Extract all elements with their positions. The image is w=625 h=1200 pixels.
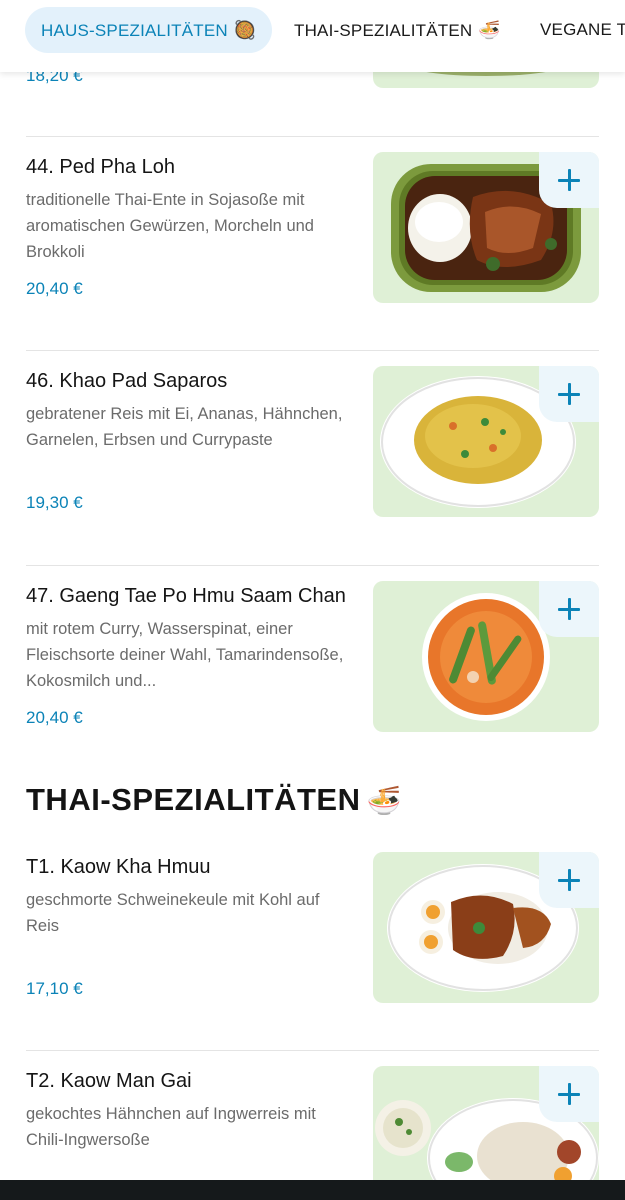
section-heading-thai: THAI-SPEZIALITÄTEN 🍜 xyxy=(26,782,402,818)
plus-icon xyxy=(558,1083,580,1105)
menu-item[interactable]: T2. Kaow Man Gai gekochtes Hähnchen auf … xyxy=(0,1050,625,1196)
plus-icon xyxy=(558,169,580,191)
dish-image xyxy=(373,1066,599,1196)
add-to-cart-button[interactable] xyxy=(539,152,599,208)
tab-haus-spezialitaeten[interactable]: HAUS-SPEZIALITÄTEN 🥘 xyxy=(25,7,273,53)
item-description: traditionelle Thai-Ente in Sojasoße mit … xyxy=(26,191,314,261)
add-to-cart-button[interactable] xyxy=(539,852,599,908)
category-tab-bar: HAUS-SPEZIALITÄTEN 🥘 THAI-SPEZIALITÄTEN 🍜 … xyxy=(0,0,625,72)
item-price: 20,40 € xyxy=(26,708,83,727)
dish-image xyxy=(373,852,599,1003)
divider xyxy=(26,350,599,351)
item-name: T1. Kaow Kha Hmuu xyxy=(26,856,211,878)
dish-image xyxy=(373,581,599,732)
plus-icon xyxy=(558,383,580,405)
menu-item[interactable]: T1. Kaow Kha Hmuu geschmorte Schweinekeu… xyxy=(0,836,625,1051)
item-description: gekochtes Hähnchen auf Ingwerreis mit Ch… xyxy=(26,1105,316,1149)
tab-vegane[interactable]: VEGANE T xyxy=(524,7,625,53)
item-description: mit rotem Curry, Wasserspinat, einer Fle… xyxy=(26,620,344,690)
item-price: 19,30 € xyxy=(26,493,83,512)
item-name: 44. Ped Pha Loh xyxy=(26,156,176,178)
add-to-cart-button[interactable] xyxy=(539,1066,599,1122)
add-to-cart-button[interactable] xyxy=(539,581,599,637)
tab-label: VEGANE T xyxy=(540,20,625,39)
menu-item[interactable]: 44. Ped Pha Loh traditionelle Thai-Ente … xyxy=(0,136,625,351)
divider xyxy=(26,136,599,137)
menu-item[interactable]: 47. Gaeng Tae Po Hmu Saam Chan mit rotem… xyxy=(0,565,625,780)
divider xyxy=(26,1050,599,1051)
system-navigation-bar xyxy=(0,1180,625,1200)
item-name: 47. Gaeng Tae Po Hmu Saam Chan xyxy=(26,585,346,607)
section-title: THAI-SPEZIALITÄTEN xyxy=(26,782,361,817)
tab-label: HAUS-SPEZIALITÄTEN xyxy=(41,21,228,40)
plus-icon xyxy=(558,869,580,891)
item-price: 17,10 € xyxy=(26,979,83,998)
pan-food-icon: 🥘 xyxy=(233,20,257,40)
tab-label: THAI-SPEZIALITÄTEN xyxy=(294,21,473,40)
noodle-bowl-icon: 🍜 xyxy=(366,785,402,816)
add-to-cart-button[interactable] xyxy=(539,366,599,422)
dish-image xyxy=(373,366,599,517)
item-price: 20,40 € xyxy=(26,279,83,298)
item-name: T2. Kaow Man Gai xyxy=(26,1070,192,1092)
item-description: gebratener Reis mit Ei, Ananas, Hähnchen… xyxy=(26,405,343,449)
item-description: geschmorte Schweinekeule mit Kohl auf Re… xyxy=(26,891,320,935)
tab-thai-spezialitaeten[interactable]: THAI-SPEZIALITÄTEN 🍜 xyxy=(278,7,517,53)
item-name: 46. Khao Pad Saparos xyxy=(26,370,228,392)
plus-icon xyxy=(558,598,580,620)
divider xyxy=(26,565,599,566)
menu-item[interactable]: 46. Khao Pad Saparos gebratener Reis mit… xyxy=(0,350,625,565)
noodle-bowl-icon: 🍜 xyxy=(478,20,501,40)
dish-image xyxy=(373,152,599,303)
